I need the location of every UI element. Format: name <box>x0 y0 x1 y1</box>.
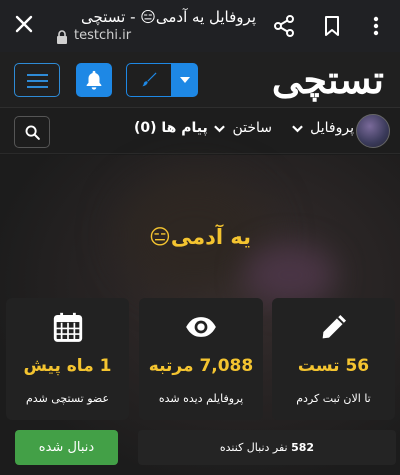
followers-number: 582 <box>291 441 315 454</box>
caret-down-icon <box>180 77 190 83</box>
calendar-icon <box>53 312 82 342</box>
nav-create[interactable]: ساختن <box>212 120 272 136</box>
chevron-down-icon <box>214 125 225 133</box>
notifications-button[interactable] <box>76 63 112 97</box>
browser-page-title: پروفایل یه آدمی😑 - تستچی <box>81 8 256 26</box>
site-logo[interactable]: تستچی <box>272 58 384 102</box>
stat-card-views: 7,088 مرتبه پروفایلم دیده شده <box>139 298 263 420</box>
stat-value: 56 تست <box>297 356 370 376</box>
stat-value: 7,088 مرتبه <box>148 356 254 376</box>
nav-create-label: ساختن <box>232 120 272 136</box>
stat-card-tests: 56 تست تا الان ثبت کردم <box>272 298 395 420</box>
main-nav: پیام ها (0) ساختن پروفایل <box>0 108 400 154</box>
menu-button[interactable] <box>14 63 60 97</box>
eye-icon <box>186 317 216 337</box>
nav-messages[interactable]: پیام ها (0) <box>134 120 208 136</box>
close-icon[interactable] <box>12 12 36 36</box>
lock-icon <box>57 30 67 44</box>
stat-value: 1 ماه پیش <box>23 356 112 376</box>
bell-icon <box>86 70 102 90</box>
hamburger-icon <box>27 74 48 76</box>
theme-selector[interactable] <box>126 63 198 97</box>
share-icon[interactable] <box>272 14 296 38</box>
more-vert-icon[interactable] <box>364 14 388 38</box>
pencil-icon <box>322 314 346 339</box>
follow-button[interactable]: دنبال شده <box>15 430 118 465</box>
nav-profile-label: پروفایل <box>310 120 354 136</box>
search-button[interactable] <box>14 116 50 148</box>
theme-button[interactable] <box>126 63 172 97</box>
browser-toolbar: پروفایل یه آدمی😑 - تستچی testchi.ir <box>0 0 400 52</box>
search-icon <box>25 125 40 140</box>
stat-label: تا الان ثبت کردم <box>296 392 371 405</box>
hero-background <box>245 245 335 305</box>
brush-icon <box>142 72 157 87</box>
browser-url[interactable]: testchi.ir <box>74 28 131 43</box>
chevron-down-icon <box>292 125 303 133</box>
nav-profile[interactable]: پروفایل <box>290 120 354 136</box>
avatar[interactable] <box>356 114 390 148</box>
stat-label: پروفایلم دیده شده <box>158 392 244 405</box>
stat-label: عضو تستچی شدم <box>25 392 110 405</box>
theme-dropdown-toggle[interactable] <box>172 63 198 97</box>
bookmark-icon[interactable] <box>320 14 344 38</box>
hamburger-icon <box>27 86 48 88</box>
site-header: تستچی <box>0 52 400 108</box>
followers-count[interactable]: 582 نفر دنبال کننده <box>138 430 396 465</box>
stat-card-joined: 1 ماه پیش عضو تستچی شدم <box>6 298 129 420</box>
followers-text: نفر دنبال کننده <box>219 441 288 454</box>
profile-username: یه آدمی😑 <box>148 225 252 249</box>
hamburger-icon <box>27 80 48 82</box>
